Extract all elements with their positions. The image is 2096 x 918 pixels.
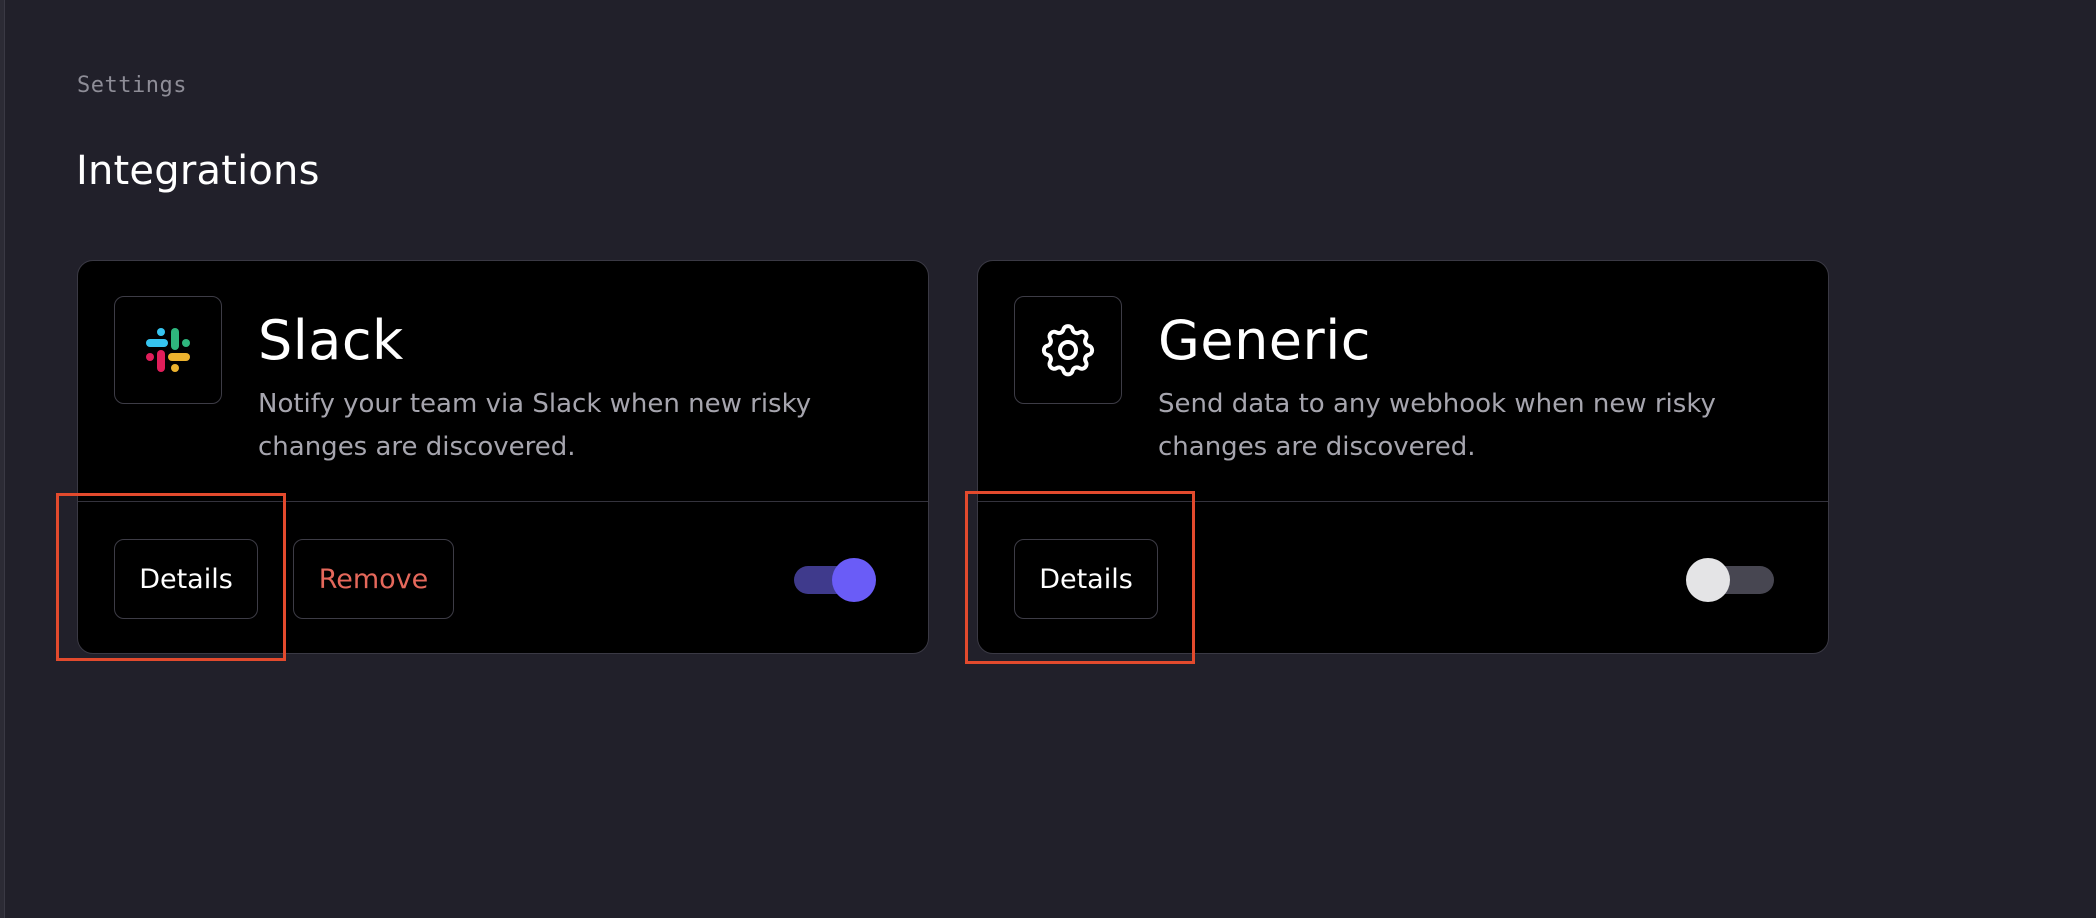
slack-logo-graphic: [146, 328, 190, 372]
card-divider: [978, 501, 1828, 502]
integration-title: Generic: [1158, 309, 1371, 372]
remove-button[interactable]: Remove: [293, 539, 454, 619]
left-sidebar-edge: [0, 0, 5, 918]
slack-logo-icon: [114, 296, 222, 404]
enable-toggle[interactable]: [1686, 558, 1774, 602]
integration-title: Slack: [258, 309, 404, 372]
details-button[interactable]: Details: [1014, 539, 1158, 619]
integration-description: Send data to any webhook when new risky …: [1158, 389, 1716, 462]
page-title: Integrations: [76, 148, 320, 194]
integration-description: Notify your team via Slack when new risk…: [258, 389, 812, 462]
gear-icon: [1014, 296, 1122, 404]
details-button[interactable]: Details: [114, 539, 258, 619]
toggle-knob: [1686, 558, 1730, 602]
integration-card-generic: Generic Send data to any webhook when ne…: [977, 260, 1829, 654]
breadcrumb: Settings: [77, 73, 187, 98]
toggle-knob: [832, 558, 876, 602]
gear-graphic: [1041, 324, 1095, 377]
card-divider: [78, 501, 928, 502]
integration-card-slack: Slack Notify your team via Slack when ne…: [77, 260, 929, 654]
enable-toggle[interactable]: [794, 558, 876, 602]
